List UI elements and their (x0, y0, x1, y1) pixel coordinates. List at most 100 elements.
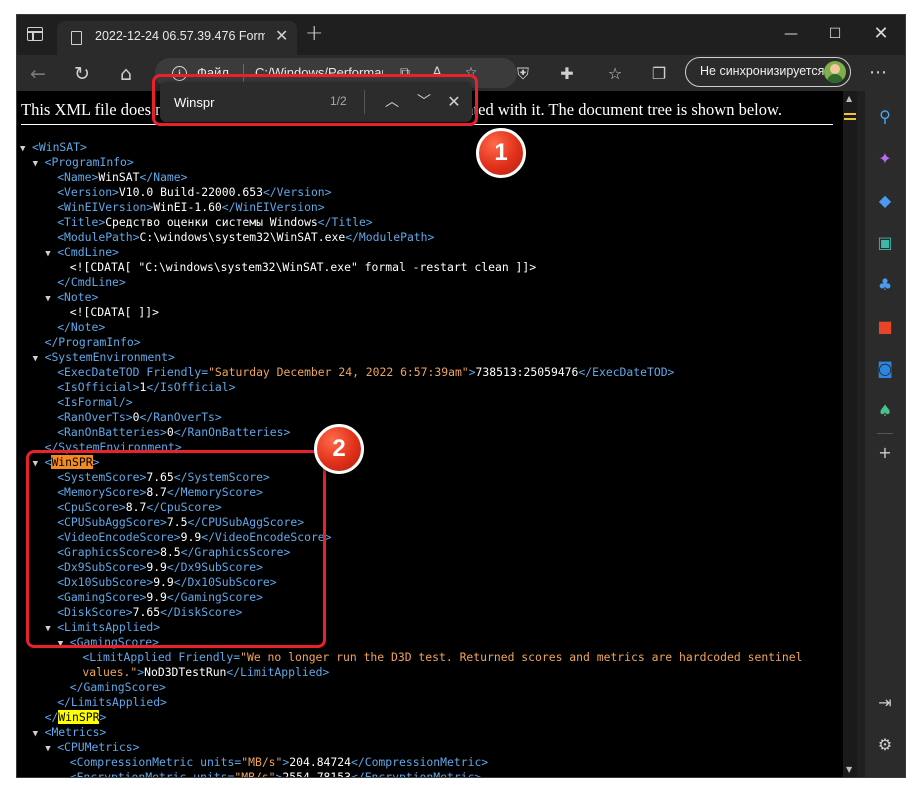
xml-tag: <ExecDateTOD Friendly= (57, 365, 209, 379)
xml-line: </Note> (17, 320, 845, 335)
xml-tag: <Note> (57, 290, 99, 304)
tools-icon[interactable]: ▣ (873, 231, 897, 255)
outlook-icon[interactable]: ◙ (873, 357, 897, 381)
xml-line: </WinSPR> (17, 710, 845, 725)
tab-actions-icon[interactable] (27, 27, 43, 41)
xml-tag: <SystemEnvironment> (44, 350, 175, 364)
xml-line: <RanOverTs>0</RanOverTs> (17, 410, 845, 425)
close-window-button[interactable]: ✕ (859, 21, 903, 47)
sidebar-divider (877, 433, 893, 434)
reload-icon[interactable]: ↻ (69, 61, 95, 87)
xml-line: <EncryptionMetric units="MB/s">2554.7815… (17, 770, 845, 777)
xml-attribute-value: "MB/s" (234, 770, 276, 777)
home-icon[interactable]: ⌂ (113, 61, 139, 87)
xml-line: <IsOfficial>1</IsOfficial> (17, 380, 845, 395)
xml-tag: <Version> (57, 185, 119, 199)
back-arrow-icon[interactable]: ← (25, 61, 51, 87)
page-content: This XML file does not appear to have an… (17, 91, 857, 777)
shopping-tag-icon[interactable]: ◆ (873, 189, 897, 213)
xml-line: ▼ <SystemEnvironment> (17, 350, 845, 365)
xml-text: NoD3DTestRun (144, 665, 227, 679)
xml-text: WinSAT (98, 170, 140, 184)
xml-tag: <CPUMetrics> (57, 740, 140, 754)
xml-line: <CompressionMetric units="MB/s">204.8472… (17, 755, 845, 770)
tab-active[interactable]: 2022-12-24 06.57.39.476 Formal.Assessmen… (57, 21, 297, 55)
xml-tag: <EncryptionMetric units= (69, 770, 235, 777)
xml-tag: </RanOverTs> (139, 410, 222, 424)
xml-text: V10.0 Build-22000.653 (118, 185, 263, 199)
puzzle-icon[interactable]: ✚ (555, 62, 579, 86)
games-icon[interactable]: ♣ (873, 273, 897, 297)
office-icon[interactable]: ■ (873, 315, 897, 339)
settings-gear-icon[interactable]: ⚙ (873, 733, 897, 757)
xml-line: </ProgramInfo> (17, 335, 845, 350)
xml-text: Средство оценки системы Windows (105, 215, 318, 229)
xml-line: <![CDATA[ "C:\windows\system32\WinSAT.ex… (17, 260, 845, 275)
xml-tag: <CmdLine> (57, 245, 119, 259)
profile-sync-button[interactable]: Не синхронизируется (685, 57, 851, 87)
collections-icon[interactable]: ❐ (647, 62, 671, 86)
annotation-frame-find (152, 74, 478, 126)
search-icon[interactable]: ⚲ (873, 105, 897, 129)
maximize-button[interactable]: ☐ (813, 21, 857, 47)
scroll-down-icon[interactable]: ▼ (846, 765, 852, 774)
xml-attribute-value: values." (82, 665, 138, 679)
new-tab-button[interactable]: + (305, 21, 323, 47)
annotation-badge-1: 1 (476, 128, 526, 178)
more-icon[interactable]: ⋯ (865, 61, 891, 87)
xml-text: 204.84724 (289, 755, 351, 769)
tab-title: 2022-12-24 06.57.39.476 Formal.Assessmen… (95, 29, 265, 43)
sync-label: Не синхронизируется (700, 64, 825, 78)
xml-line: </GamingScore> (17, 680, 845, 695)
xml-tag: </RanOnBatteries> (173, 425, 291, 439)
xml-tag: </IsOfficial> (146, 380, 236, 394)
xml-tag: </ModulePath> (345, 230, 435, 244)
xml-tag: </LimitsApplied> (57, 695, 167, 709)
xml-tag: </Name> (139, 170, 188, 184)
xml-tag: <RanOverTs> (57, 410, 133, 424)
tab-strip: 2022-12-24 06.57.39.476 Formal.Assessmen… (17, 15, 905, 55)
xml-tag: <Title> (57, 215, 106, 229)
xml-tag: <CompressionMetric units= (69, 755, 242, 769)
find-highlight: WinSPR (58, 710, 100, 724)
xml-tag: <LimitApplied Friendly= (82, 650, 241, 664)
minimize-button[interactable]: — (769, 21, 813, 47)
xml-line: <LimitApplied Friendly="We no longer run… (17, 650, 845, 665)
xml-tag: <ProgramInfo> (44, 155, 134, 169)
xml-line: <![CDATA[ ]]> (17, 305, 845, 320)
xml-tag: </WinEIVersion> (221, 200, 325, 214)
vertical-scrollbar[interactable]: ▲ ▼ (843, 91, 857, 777)
edge-sidebar: ⚲ ✦ ◆ ▣ ♣ ■ ◙ ♠ + ⇥ ⚙ (865, 91, 905, 777)
xml-attribute-value: "We no longer run the D3D test. Returned… (240, 650, 803, 664)
xml-tag: </Version> (262, 185, 332, 199)
xml-text: <![CDATA[ ]]> (69, 305, 159, 319)
xml-line: </LimitsApplied> (17, 695, 845, 710)
shield-icon[interactable]: ⛨ (511, 62, 535, 86)
drop-icon[interactable]: ♠ (873, 399, 897, 423)
xml-tag: </Note> (57, 320, 106, 334)
xml-tag: <IsFormal/> (57, 395, 133, 409)
xml-line: <WinEIVersion>WinEI-1.60</WinEIVersion> (17, 200, 845, 215)
xml-line: ▼ <CmdLine> (17, 245, 845, 260)
xml-text: 0 (166, 425, 174, 439)
xml-tag: </LimitApplied> (226, 665, 330, 679)
xml-line: <ModulePath>C:\windows\system32\WinSAT.e… (17, 230, 845, 245)
favorites-icon[interactable]: ☆ (603, 62, 627, 86)
xml-text: 738513:25059476 (475, 365, 579, 379)
scroll-up-icon[interactable]: ▲ (846, 94, 852, 103)
xml-text: WinEI-1.60 (153, 200, 222, 214)
xml-tag: <WinEIVersion> (57, 200, 154, 214)
xml-line: ▼ <ProgramInfo> (17, 155, 845, 170)
xml-text: <![CDATA[ "C:\windows\system32\WinSAT.ex… (69, 260, 537, 274)
tab-close-icon[interactable]: ✕ (275, 26, 288, 46)
hide-sidebar-icon[interactable]: ⇥ (873, 691, 897, 715)
xml-attribute-value: "Saturday December 24, 2022 6:57:39am" (208, 365, 469, 379)
xml-tag: </CmdLine> (57, 275, 126, 289)
xml-tag: <IsOfficial> (57, 380, 140, 394)
add-icon[interactable]: + (873, 441, 897, 465)
xml-tag: </ExecDateTOD> (578, 365, 675, 379)
copilot-icon[interactable]: ✦ (873, 147, 897, 171)
xml-text: 2554.78153 (282, 770, 351, 777)
xml-text: C:\windows\system32\WinSAT.exe (139, 230, 346, 244)
xml-tag: </EncryptionMetric> (350, 770, 482, 777)
